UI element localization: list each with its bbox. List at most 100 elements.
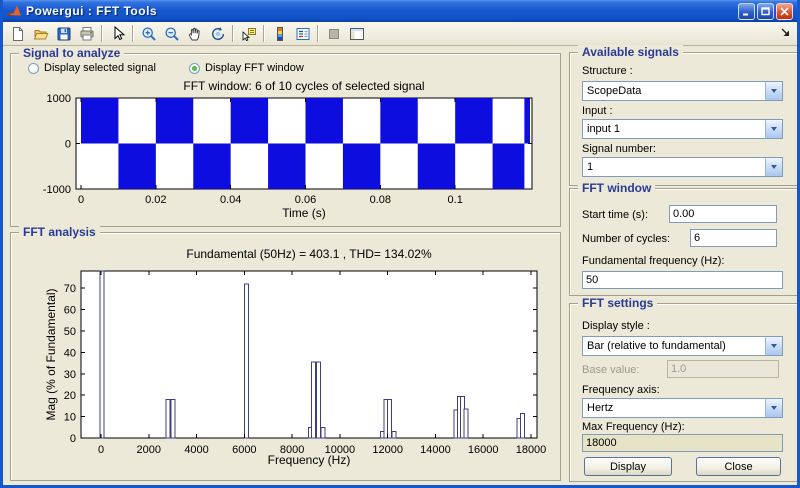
svg-text:Frequency (Hz): Frequency (Hz) <box>268 453 351 467</box>
rotate-3d-icon[interactable] <box>206 23 229 44</box>
fft-settings-title: FFT settings <box>578 296 657 310</box>
svg-text:1000: 1000 <box>47 93 71 105</box>
svg-text:4000: 4000 <box>184 444 208 456</box>
open-file-icon[interactable] <box>29 23 52 44</box>
edit-plot-icon[interactable] <box>106 23 129 44</box>
chevron-down-icon[interactable] <box>765 158 782 176</box>
radio-selected-icon <box>189 63 200 74</box>
svg-text:12000: 12000 <box>372 444 403 456</box>
max-frequency-field <box>582 434 783 452</box>
svg-text:0: 0 <box>70 433 76 445</box>
frequency-axis-value: Hertz <box>583 402 765 414</box>
radio-label: Display FFT window <box>205 62 304 74</box>
display-button[interactable]: Display <box>584 457 672 476</box>
radio-label: Display selected signal <box>44 62 156 74</box>
input-value: input 1 <box>583 123 765 135</box>
start-time-field[interactable] <box>669 205 777 223</box>
zoom-out-icon[interactable] <box>160 23 183 44</box>
display-style-value: Bar (relative to fundamental) <box>583 340 765 352</box>
show-plot-tools-icon[interactable] <box>345 23 368 44</box>
svg-text:10: 10 <box>64 412 76 424</box>
signal-to-analyze-panel: Signal to analyze Display selected signa… <box>10 53 561 227</box>
save-figure-icon[interactable] <box>52 23 75 44</box>
svg-text:0.1: 0.1 <box>448 194 463 206</box>
signal-number-label: Signal number: <box>582 143 656 155</box>
start-time-label: Start time (s): <box>582 209 648 221</box>
structure-label: Structure : <box>582 65 633 77</box>
svg-text:-1000: -1000 <box>43 184 71 196</box>
pan-icon[interactable] <box>183 23 206 44</box>
fundamental-frequency-field[interactable] <box>582 271 783 289</box>
base-value-label: Base value: <box>582 364 639 376</box>
fundamental-frequency-label: Fundamental frequency (Hz): <box>582 255 724 267</box>
svg-text:2000: 2000 <box>137 444 161 456</box>
toolbar-separator <box>101 25 103 42</box>
frequency-axis-combobox[interactable]: Hertz <box>582 398 783 418</box>
svg-text:Time (s): Time (s) <box>282 206 326 220</box>
data-cursor-icon[interactable] <box>237 23 260 44</box>
title-bar[interactable]: Powergui : FFT Tools <box>3 0 797 22</box>
maximize-button[interactable] <box>757 3 774 20</box>
toolbar-separator <box>232 25 234 42</box>
structure-value: ScopeData <box>583 85 765 97</box>
svg-text:40: 40 <box>64 347 76 359</box>
display-style-combobox[interactable]: Bar (relative to fundamental) <box>582 336 783 356</box>
svg-text:0.08: 0.08 <box>370 194 391 206</box>
display-selected-signal-radio[interactable]: Display selected signal <box>28 62 156 74</box>
svg-text:50: 50 <box>64 326 76 338</box>
svg-text:0: 0 <box>78 194 84 206</box>
input-combobox[interactable]: input 1 <box>582 119 783 139</box>
input-label: Input : <box>582 105 613 117</box>
matlab-logo-icon <box>6 3 22 19</box>
fft-plot[interactable]: 0200040006000800010000120001400016000180… <box>11 233 560 480</box>
svg-text:30: 30 <box>64 369 76 381</box>
powergui-fft-tools-window: Powergui : FFT Tools <box>0 0 800 488</box>
zoom-in-icon[interactable] <box>137 23 160 44</box>
chevron-down-icon[interactable] <box>765 82 782 100</box>
chevron-down-icon[interactable] <box>765 399 782 417</box>
frequency-axis-label: Frequency axis: <box>582 384 660 396</box>
toolbar-separator <box>317 25 319 42</box>
radio-icon <box>28 63 39 74</box>
chevron-down-icon[interactable] <box>765 337 782 355</box>
signal-number-combobox[interactable]: 1 <box>582 157 783 177</box>
svg-text:0: 0 <box>98 444 104 456</box>
svg-text:14000: 14000 <box>420 444 451 456</box>
svg-text:0.04: 0.04 <box>220 194 241 206</box>
svg-text:60: 60 <box>64 305 76 317</box>
available-signals-title: Available signals <box>578 45 683 59</box>
close-button[interactable] <box>776 3 793 20</box>
available-signals-panel: Available signals Structure : ScopeData … <box>569 52 798 186</box>
insert-colorbar-icon[interactable] <box>268 23 291 44</box>
toolbar <box>3 22 797 46</box>
svg-text:0: 0 <box>65 139 71 151</box>
svg-text:0.02: 0.02 <box>145 194 166 206</box>
window-title: Powergui : FFT Tools <box>26 4 734 18</box>
svg-text:6000: 6000 <box>232 444 256 456</box>
svg-text:Fundamental (50Hz) = 403.1 , T: Fundamental (50Hz) = 403.1 , THD= 134.02… <box>186 247 432 261</box>
svg-text:18000: 18000 <box>516 444 547 456</box>
signal-plot[interactable]: 00.020.040.060.080.110000-1000FFT window… <box>11 54 560 226</box>
toolbar-separator <box>132 25 134 42</box>
number-of-cycles-label: Number of cycles: <box>582 233 670 245</box>
close-fft-button[interactable]: Close <box>696 457 781 476</box>
svg-text:FFT window: 6 of 10 cycles of: FFT window: 6 of 10 cycles of selected s… <box>183 79 424 93</box>
max-frequency-label: Max Frequency (Hz): <box>582 421 685 433</box>
structure-combobox[interactable]: ScopeData <box>582 81 783 101</box>
base-value-field <box>667 360 779 378</box>
number-of-cycles-field[interactable] <box>690 229 777 247</box>
print-figure-icon[interactable] <box>75 23 98 44</box>
new-figure-icon[interactable] <box>6 23 29 44</box>
fft-analysis-panel: FFT analysis 020004000600080001000012000… <box>10 232 561 481</box>
hide-plot-tools-icon[interactable] <box>322 23 345 44</box>
fft-settings-panel: FFT settings Display style : Bar (relati… <box>569 303 798 482</box>
dock-figure-icon[interactable] <box>780 26 792 44</box>
svg-text:16000: 16000 <box>468 444 499 456</box>
toolbar-separator <box>263 25 265 42</box>
chevron-down-icon[interactable] <box>765 120 782 138</box>
minimize-button[interactable] <box>738 3 755 20</box>
fft-window-panel: FFT window Start time (s): Number of cyc… <box>569 188 798 296</box>
fft-window-title: FFT window <box>578 181 655 195</box>
insert-legend-icon[interactable] <box>291 23 314 44</box>
display-fft-window-radio[interactable]: Display FFT window <box>189 62 304 74</box>
